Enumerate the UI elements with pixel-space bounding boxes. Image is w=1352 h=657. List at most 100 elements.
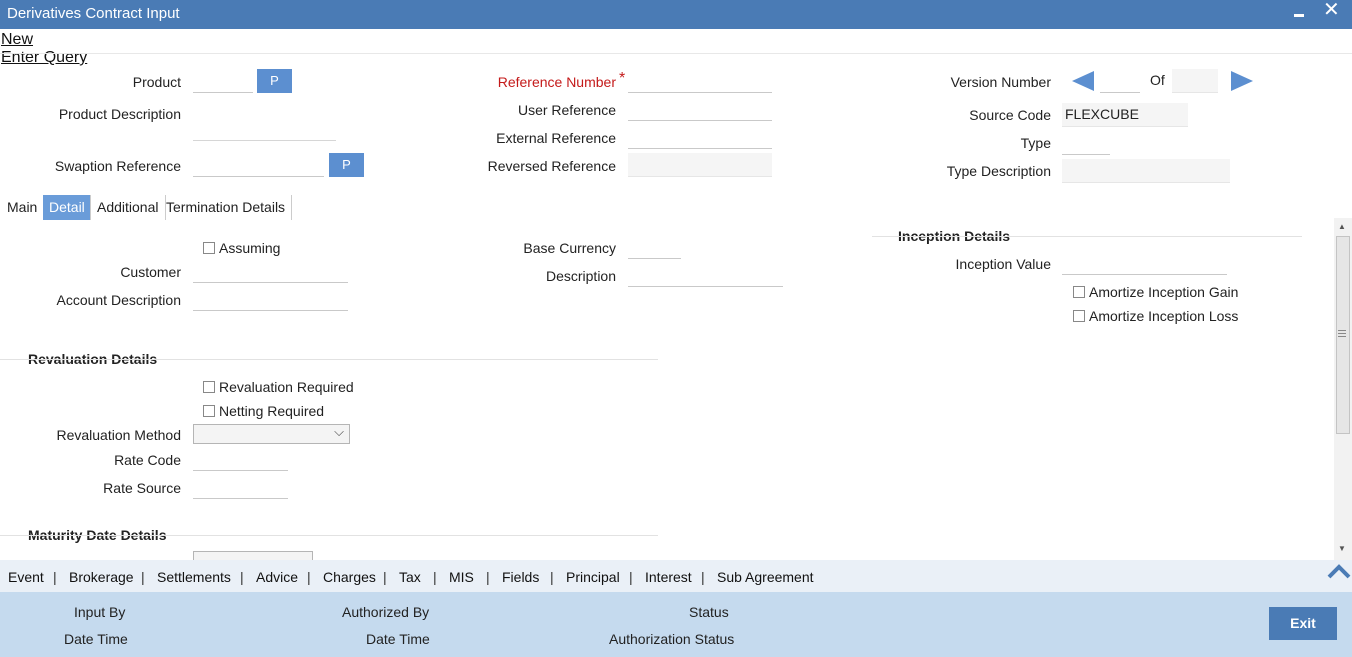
window-title: Derivatives Contract Input [7,5,180,22]
status-label: Status [689,604,729,620]
date-time-label: Date Time [64,631,128,647]
swaption-reference-label: Swaption Reference [54,158,181,174]
revaluation-method-label: Revaluation Method [56,427,181,443]
link-separator: | [486,569,490,585]
link-separator: | [240,569,244,585]
inception-divider [872,236,1302,237]
description-label: Description [545,268,616,284]
arrow-right-icon[interactable] [1231,71,1253,91]
link-separator: | [141,569,145,585]
version-total-field [1172,69,1218,93]
base-currency-input[interactable] [628,235,681,259]
product-description-field [193,117,336,141]
maturity-divider [0,535,658,536]
arrow-left-icon[interactable] [1072,71,1094,91]
inception-value-label: Inception Value [955,256,1051,272]
source-code-field: FLEXCUBE [1062,103,1188,127]
customer-input[interactable] [193,259,348,283]
product-lov-button[interactable]: P [257,69,292,93]
scrollbar-grip [1338,330,1346,331]
revaluation-method-select[interactable]: ⌵ [193,424,350,444]
customer-label: Customer [120,264,181,280]
reversed-reference-label: Reversed Reference [487,158,616,174]
type-label: Type [1020,135,1051,151]
rate-code-label: Rate Code [114,452,181,468]
version-number-input[interactable] [1100,69,1140,93]
tax-link[interactable]: Tax [399,569,421,585]
authorized-by-label: Authorized By [342,604,430,620]
scroll-up-icon[interactable]: ▲ [1338,222,1346,231]
required-marker: * [619,70,626,87]
vertical-scrollbar[interactable]: ▲ ▼ [1334,218,1352,560]
netting-required-checkbox[interactable]: Netting Required [203,403,324,419]
swaption-lov-button[interactable]: P [329,153,364,177]
source-code-label: Source Code [969,107,1051,123]
account-description-field [193,287,348,311]
account-description-label: Account Description [56,292,181,308]
close-icon[interactable]: ✕ [1323,0,1340,20]
link-separator: | [550,569,554,585]
advice-link[interactable]: Advice [256,569,298,585]
inception-value-input[interactable] [1062,251,1227,275]
enter-query-link[interactable]: Enter Query [1,49,87,67]
input-by-label: Input By [74,604,126,620]
reference-number-label: Reference Number [497,74,616,90]
window-titlebar: Derivatives Contract Input ✕ [0,0,1352,29]
reversed-reference-field [628,153,772,177]
reference-number-input[interactable] [628,69,772,93]
mis-link[interactable]: MIS [449,569,474,585]
amortize-inception-gain-checkbox[interactable]: Amortize Inception Gain [1073,284,1238,300]
assuming-checkbox[interactable]: Assuming [203,240,280,256]
rate-source-label: Rate Source [103,480,181,496]
sub-agreement-link[interactable]: Sub Agreement [717,569,814,585]
link-separator: | [433,569,437,585]
of-label: Of [1150,72,1165,88]
brokerage-link[interactable]: Brokerage [69,569,134,585]
description-field [628,263,783,287]
version-number-label: Version Number [950,74,1051,90]
revaluation-divider [0,359,658,360]
scroll-down-icon[interactable]: ▼ [1338,544,1346,553]
charges-link[interactable]: Charges [323,569,376,585]
holiday-treatment-select[interactable] [193,551,313,560]
chevron-down-icon: ⌵ [334,424,344,439]
link-separator: | [307,569,311,585]
external-reference-label: External Reference [496,130,616,146]
tab-detail[interactable]: Detail [43,195,91,220]
type-description-field [1062,159,1230,183]
type-input[interactable] [1062,131,1110,155]
external-reference-input[interactable] [628,125,772,149]
link-separator: | [383,569,387,585]
base-currency-label: Base Currency [523,240,616,256]
settlements-link[interactable]: Settlements [157,569,231,585]
revaluation-required-checkbox[interactable]: Revaluation Required [203,379,354,395]
menu-divider [0,53,1352,54]
event-link[interactable]: Event [8,569,44,585]
link-separator: | [629,569,633,585]
new-link[interactable]: New [1,31,33,49]
interest-link[interactable]: Interest [645,569,692,585]
minimize-icon[interactable] [1294,14,1304,17]
audit-footer [0,592,1352,657]
link-separator: | [701,569,705,585]
authorization-status-label: Authorization Status [609,631,735,647]
tab-termination-details[interactable]: Termination Details [160,195,293,220]
fields-link[interactable]: Fields [502,569,539,585]
type-description-label: Type Description [946,163,1051,179]
product-label: Product [132,74,181,90]
user-reference-input[interactable] [628,97,772,121]
tab-additional[interactable]: Additional [90,195,166,220]
user-reference-label: User Reference [517,102,616,118]
product-description-label: Product Description [58,106,181,122]
principal-link[interactable]: Principal [566,569,620,585]
scrollbar-thumb[interactable] [1336,236,1350,434]
product-input[interactable] [193,69,253,93]
rate-code-input[interactable] [193,447,288,471]
amortize-inception-loss-checkbox[interactable]: Amortize Inception Loss [1073,308,1238,324]
link-separator: | [53,569,57,585]
swaption-reference-input[interactable] [193,153,324,177]
tab-main[interactable]: Main [1,195,43,220]
rate-source-input[interactable] [193,475,288,499]
chevron-up-icon[interactable] [1327,562,1352,580]
exit-button[interactable]: Exit [1269,607,1337,640]
